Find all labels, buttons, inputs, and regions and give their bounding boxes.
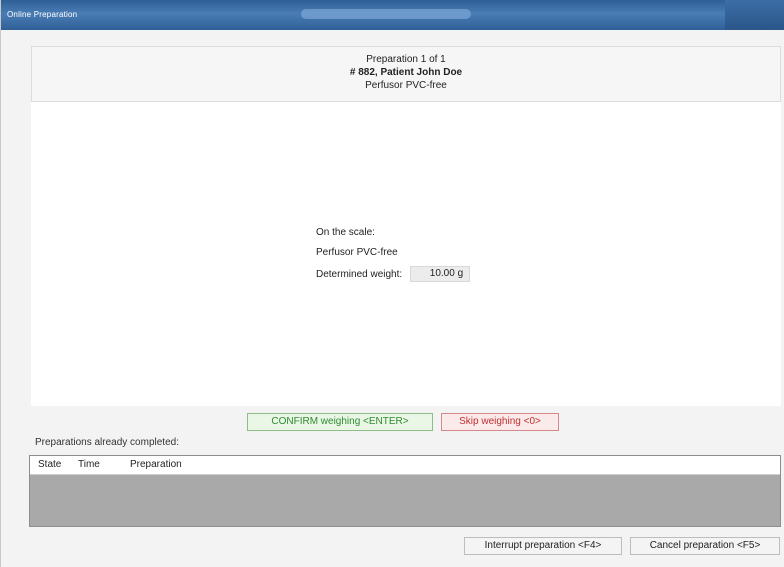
cancel-preparation-button[interactable]: Cancel preparation <F5> xyxy=(630,537,780,555)
column-header-time[interactable]: Time xyxy=(78,456,100,474)
patient-name: # 882, Patient John Doe xyxy=(349,67,463,78)
weight-row: Determined weight: 10.00 g xyxy=(316,263,471,285)
title-bar-highlight xyxy=(301,9,471,19)
weighing-area: On the scale: Perfusor PVC-free Determin… xyxy=(31,102,781,406)
window-title: Online Preparation xyxy=(7,10,78,19)
skip-weighing-button[interactable]: Skip weighing <0> xyxy=(441,413,559,431)
confirm-weighing-button[interactable]: CONFIRM weighing <ENTER> xyxy=(247,413,433,431)
preparation-counter: Preparation 1 of 1 xyxy=(366,54,446,65)
preparation-window: Online Preparation Preparation 1 of 1 # … xyxy=(0,0,784,567)
scale-product-label: Perfusor PVC-free xyxy=(316,247,398,258)
completed-preparations-table[interactable]: State Time Preparation xyxy=(29,455,781,527)
title-bar[interactable]: Online Preparation xyxy=(1,0,784,30)
weight-value-field: 10.00 g xyxy=(410,266,471,282)
on-scale-label: On the scale: xyxy=(316,227,375,238)
title-bar-controls xyxy=(725,0,784,30)
scale-info: On the scale: Perfusor PVC-free Determin… xyxy=(316,223,471,285)
column-header-preparation[interactable]: Preparation xyxy=(130,456,182,474)
table-header: State Time Preparation xyxy=(30,456,780,475)
preparation-info-panel: Preparation 1 of 1 # 882, Patient John D… xyxy=(31,46,781,102)
interrupt-preparation-button[interactable]: Interrupt preparation <F4> xyxy=(464,537,622,555)
weight-label: Determined weight: xyxy=(316,268,403,280)
product-name: Perfusor PVC-free xyxy=(365,80,447,91)
completed-preparations-label: Preparations already completed: xyxy=(35,437,179,448)
column-header-state[interactable]: State xyxy=(38,456,61,474)
